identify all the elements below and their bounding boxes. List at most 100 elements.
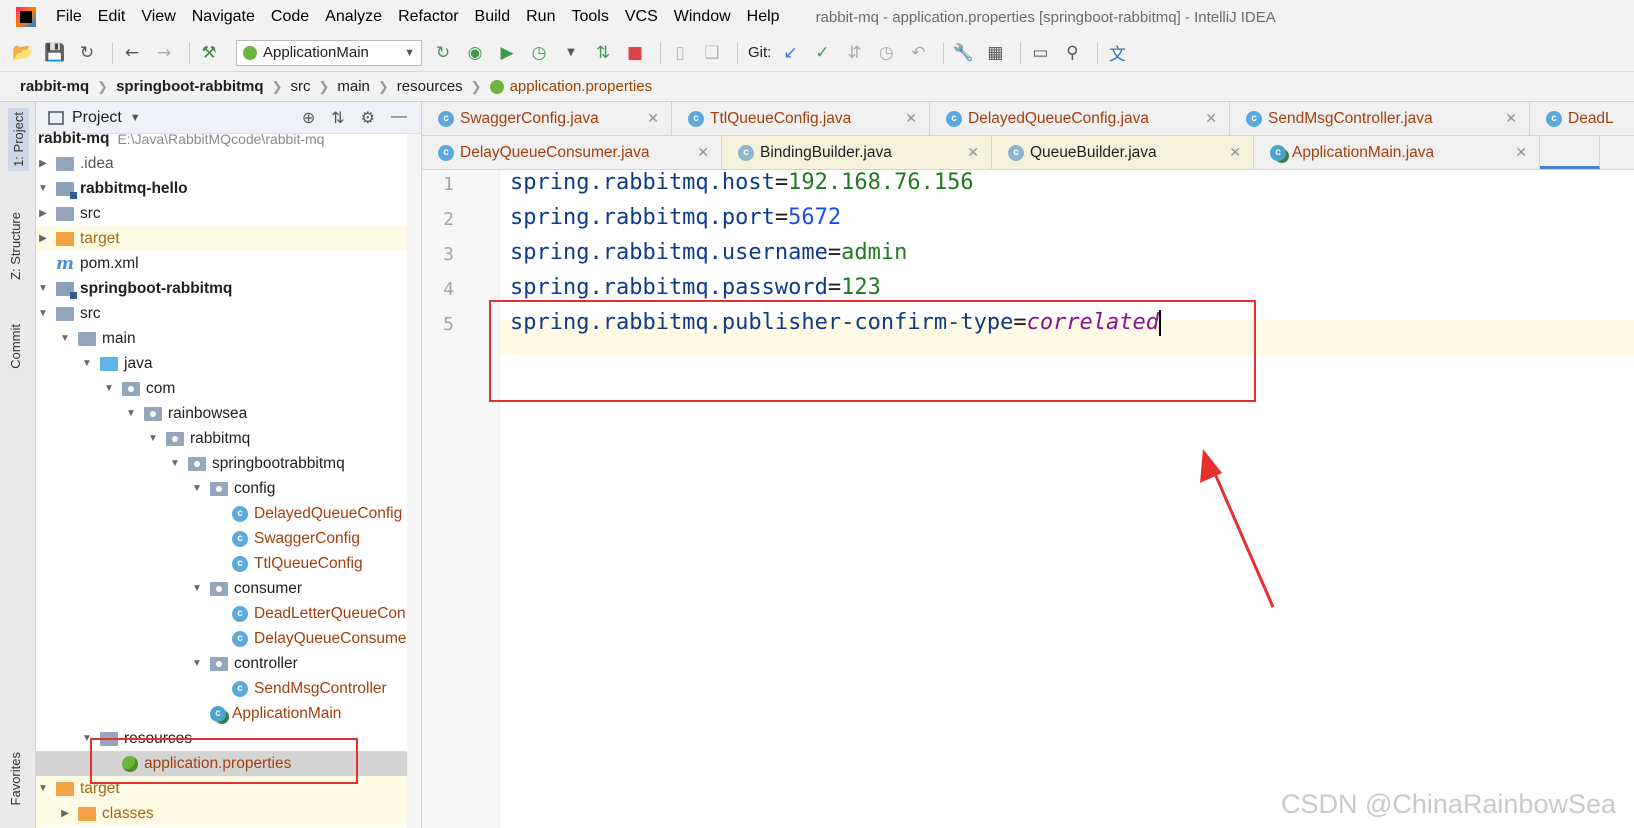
chevron-down-icon[interactable]: ▼ [36,308,50,319]
menu-window[interactable]: Window [666,8,739,26]
close-icon[interactable]: ✕ [1199,144,1241,161]
tab-delayed-queue-config[interactable]: c DelayedQueueConfig.java ✕ [930,102,1230,135]
tool-tab-commit[interactable]: Commit [8,324,23,369]
rerun-icon[interactable]: ↻ [430,40,456,66]
git-update-icon[interactable]: ↙ [777,40,803,66]
code-line-3[interactable]: spring.rabbitmq.username=admin [510,240,907,265]
tab-application-properties-active[interactable] [1540,136,1600,169]
tree-item-class[interactable]: c DelayedQueueConfig [36,501,421,526]
tab-queue-builder[interactable]: c QueueBuilder.java ✕ [992,136,1254,169]
gear-icon[interactable]: ⚙ [361,108,375,128]
build-hammer-icon[interactable]: ⚒ [196,40,222,66]
tree-item-consumer[interactable]: ▼ consumer [36,576,421,601]
search-icon[interactable]: ⚲ [1059,40,1085,66]
chevron-down-icon[interactable]: ▼ [190,583,204,594]
tree-item-com[interactable]: ▼ com [36,376,421,401]
chevron-down-icon[interactable]: ▼ [80,358,94,369]
run-configuration-select[interactable]: ApplicationMain ▼ [236,39,422,66]
tool-tab-structure[interactable]: Z: Structure [8,212,23,280]
crumb-resources[interactable]: resources [397,78,463,95]
chevron-down-icon[interactable]: ▼ [558,40,584,66]
device-icon[interactable]: ▯ [667,40,693,66]
menu-help[interactable]: Help [739,8,788,26]
close-icon[interactable]: ✕ [937,144,979,161]
tree-item-rabbitmq[interactable]: ▼ rabbitmq [36,426,421,451]
git-commit-check-icon[interactable]: ✓ [809,40,835,66]
project-structure-icon[interactable]: ▦ [982,40,1008,66]
tree-item-rabbit-mq[interactable]: rabbit-mq E:\Java\RabbitMQcode\rabbit-mq [36,126,421,151]
code-editor[interactable]: 1 2 3 4 5 spring.rabbitmq.host=192.168.7… [422,170,1634,828]
crumb-main[interactable]: main [337,78,370,95]
stop-icon[interactable]: ■ [622,40,648,66]
tree-item-springboot-rabbitmq[interactable]: ▼ springboot-rabbitmq [36,276,421,301]
chevron-down-icon[interactable]: ▼ [190,483,204,494]
tree-item-pom-xml[interactable]: m pom.xml [36,251,421,276]
tree-item-springbootrabbitmq[interactable]: ▼ springbootrabbitmq [36,451,421,476]
presentation-icon[interactable]: ▭ [1027,40,1053,66]
crumb-project[interactable]: rabbit-mq [20,78,89,95]
sync-icon[interactable]: ↻ [74,40,100,66]
menu-run[interactable]: Run [518,8,563,26]
tab-dead-letter[interactable]: c DeadL [1530,102,1634,135]
sdk-box-icon[interactable]: ❑ [699,40,725,66]
menu-file[interactable]: File [48,8,90,26]
coverage-icon[interactable]: ▶ [494,40,520,66]
tree-item-config[interactable]: ▼ config [36,476,421,501]
collapse-all-icon[interactable]: ⇅ [331,108,344,128]
close-icon[interactable]: ✕ [617,110,659,127]
tree-item-idea[interactable]: ▶ .idea [36,151,421,176]
chevron-right-icon[interactable]: ▶ [58,808,72,819]
menu-build[interactable]: Build [467,8,519,26]
chevron-down-icon[interactable]: ▼ [130,112,141,124]
close-icon[interactable]: ✕ [875,110,917,127]
code-line-2[interactable]: spring.rabbitmq.port=5672 [510,205,841,230]
menu-refactor[interactable]: Refactor [390,8,466,26]
translate-icon[interactable]: 文 [1104,40,1130,66]
tab-binding-builder[interactable]: c BindingBuilder.java ✕ [722,136,992,169]
menu-navigate[interactable]: Navigate [184,8,263,26]
close-icon[interactable]: ✕ [1475,110,1517,127]
save-all-icon[interactable]: 💾 [42,40,68,66]
tree-item-rabbitmq-hello[interactable]: ▼ rabbitmq-hello [36,176,421,201]
tree-item-class[interactable]: c SendMsgController [36,676,421,701]
close-icon[interactable]: ✕ [667,144,709,161]
tab-delay-queue-consumer[interactable]: c DelayQueueConsumer.java ✕ [422,136,722,169]
tool-tab-project[interactable]: 1: Project [8,108,29,171]
crumb-src[interactable]: src [290,78,310,95]
forward-arrow-icon[interactable]: → [151,40,177,66]
menu-view[interactable]: View [133,8,183,26]
tree-item-class[interactable]: c SwaggerConfig [36,526,421,551]
tree-item-application-main[interactable]: c ApplicationMain [36,701,421,726]
git-rollback-icon[interactable]: ↶ [905,40,931,66]
tree-item-src[interactable]: ▶ src [36,201,421,226]
crumb-file[interactable]: application.properties [489,78,652,95]
chevron-down-icon[interactable]: ▼ [36,283,50,294]
tab-ttl-queue-config[interactable]: c TtlQueueConfig.java ✕ [672,102,930,135]
chevron-down-icon[interactable]: ▼ [146,433,160,444]
tree-item-java[interactable]: ▼ java [36,351,421,376]
code-line-1[interactable]: spring.rabbitmq.host=192.168.76.156 [510,170,974,195]
chevron-right-icon[interactable]: ▶ [36,233,50,244]
tab-swagger-config[interactable]: c SwaggerConfig.java ✕ [422,102,672,135]
tree-item-controller[interactable]: ▼ controller [36,651,421,676]
tree-item-target[interactable]: ▶ target [36,226,421,251]
menu-vcs[interactable]: VCS [617,8,666,26]
update-running-app-icon[interactable]: ⇅ [590,40,616,66]
chevron-down-icon[interactable]: ▼ [190,658,204,669]
git-compare-icon[interactable]: ⇵ [841,40,867,66]
chevron-down-icon[interactable]: ▼ [36,183,50,194]
close-icon[interactable]: ✕ [1485,144,1527,161]
chevron-down-icon[interactable]: ▼ [168,458,182,469]
tree-item-rainbowsea[interactable]: ▼ rainbowsea [36,401,421,426]
tool-tab-favorites[interactable]: Favorites [8,752,23,805]
profile-icon[interactable]: ◷ [526,40,552,66]
menu-code[interactable]: Code [263,8,317,26]
chevron-right-icon[interactable]: ▶ [36,208,50,219]
tree-item-class[interactable]: c TtlQueueConfig [36,551,421,576]
locate-target-icon[interactable]: ⊕ [302,108,315,128]
chevron-down-icon[interactable]: ▼ [36,783,50,794]
crumb-module[interactable]: springboot-rabbitmq [116,78,263,95]
debug-bug-icon[interactable]: ◉ [462,40,488,66]
tree-item-classes[interactable]: ▶ classes [36,801,421,826]
close-icon[interactable]: ✕ [1175,110,1217,127]
